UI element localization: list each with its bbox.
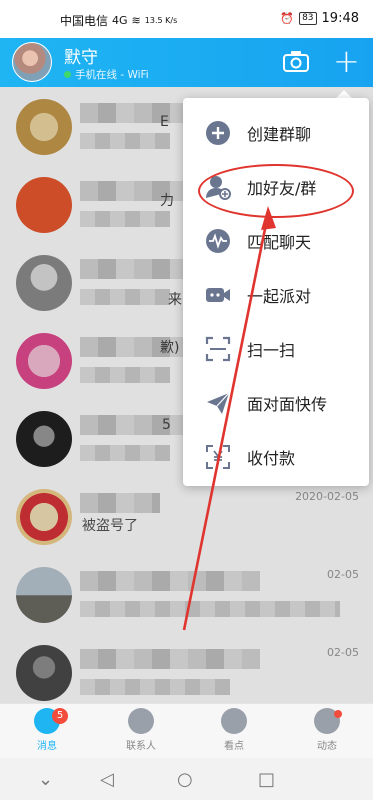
tab-moments[interactable]: 动态 — [292, 708, 362, 758]
contacts-icon — [128, 708, 154, 734]
back-icon[interactable]: ◁ — [100, 769, 114, 790]
eye-icon — [221, 708, 247, 734]
chevron-down-icon[interactable]: ⌄ — [38, 769, 53, 790]
tab-label: 联系人 — [126, 741, 156, 752]
unread-badge: 5 — [52, 708, 68, 724]
new-dot — [334, 710, 342, 718]
tab-messages[interactable]: 5 消息 — [12, 708, 82, 758]
bottom-tab-bar: 5 消息 联系人 看点 动态 — [0, 703, 373, 759]
tab-label: 消息 — [37, 741, 57, 752]
recents-icon[interactable]: □ — [258, 769, 275, 790]
tab-label: 看点 — [224, 741, 244, 752]
annotation-arrow-icon — [182, 206, 276, 631]
tab-label: 动态 — [317, 741, 337, 752]
system-nav-bar: ⌄ ◁ ○ □ — [0, 758, 373, 800]
tab-contacts[interactable]: 联系人 — [106, 708, 176, 758]
tab-discover[interactable]: 看点 — [199, 708, 269, 758]
home-icon[interactable]: ○ — [177, 769, 193, 790]
